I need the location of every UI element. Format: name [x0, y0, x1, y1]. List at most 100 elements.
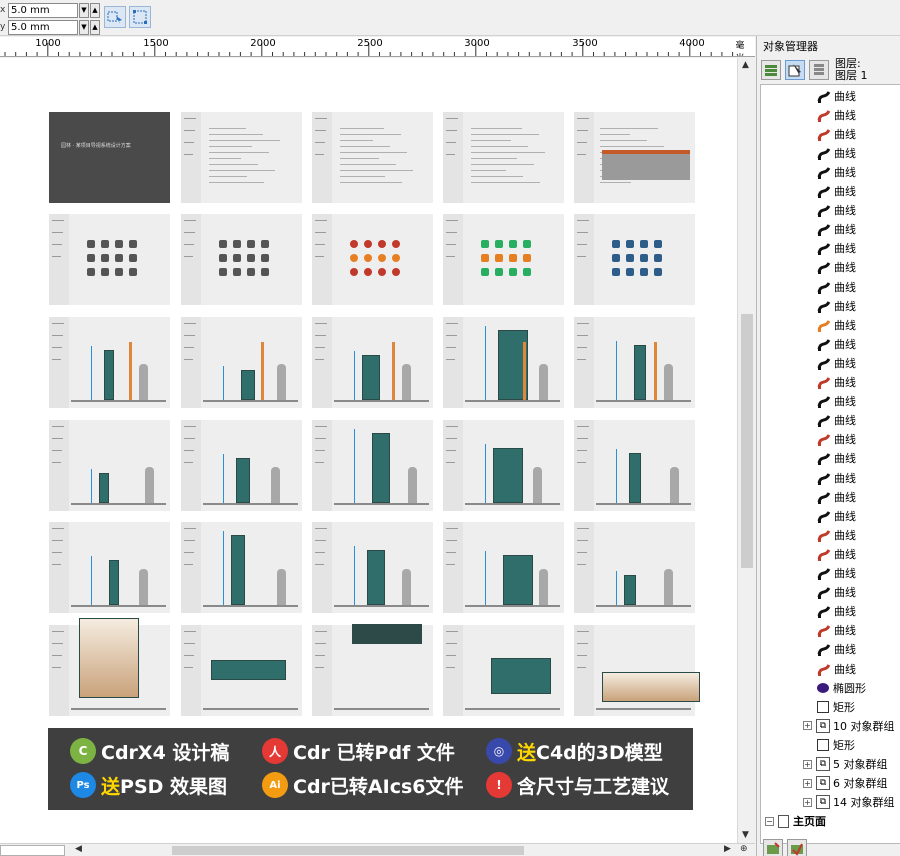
tree-item-curve[interactable]: 曲线 [817, 86, 856, 105]
page-thumbnail[interactable] [443, 625, 564, 716]
page-thumbnail[interactable] [181, 317, 302, 408]
scroll-left-icon[interactable]: ◀ [75, 844, 82, 854]
page-thumbnail[interactable] [574, 112, 695, 203]
page-thumbnail[interactable] [443, 522, 564, 613]
show-object-properties-button[interactable] [761, 60, 781, 80]
expand-icon[interactable]: + [803, 797, 812, 807]
tree-item-group[interactable]: + ⧉ 10 对象群组 [803, 716, 895, 735]
tree-item-curve[interactable]: 曲线 [817, 124, 856, 143]
bounding-box-button[interactable] [129, 6, 151, 28]
new-layer-button[interactable] [763, 839, 783, 856]
page-thumbnail[interactable] [443, 420, 564, 511]
edit-across-layers-button[interactable] [785, 60, 805, 80]
tree-item-rect[interactable]: 矩形 [817, 697, 855, 716]
horizontal-scrollbar[interactable]: ◀ ▶ ⊕ [0, 843, 755, 856]
scroll-right-icon[interactable]: ▶ [724, 844, 731, 854]
tree-item-curve[interactable]: 曲线 [817, 373, 856, 392]
tree-item-curve[interactable]: 曲线 [817, 659, 856, 678]
page-thumbnail[interactable] [181, 214, 302, 305]
page-thumbnail[interactable] [574, 522, 695, 613]
scroll-down-icon[interactable]: ▼ [742, 830, 749, 840]
tree-item-curve[interactable]: 曲线 [817, 640, 856, 659]
tree-item-curve[interactable]: 曲线 [817, 277, 856, 296]
page-thumbnail[interactable] [49, 214, 170, 305]
page-thumbnail[interactable] [181, 625, 302, 716]
nudge-x-spinner[interactable]: ▲ [90, 2, 100, 18]
horizontal-ruler[interactable]: 1000 1500 2000 2500 3000 3500 4000 毫米 [0, 37, 755, 57]
page-thumbnail[interactable] [312, 624, 433, 716]
expand-icon[interactable]: + [803, 778, 812, 788]
page-thumbnail[interactable] [574, 625, 700, 716]
page-thumbnail[interactable] [181, 420, 302, 511]
nudge-x-dropdown[interactable]: ▼ [79, 2, 89, 18]
tree-item-curve[interactable]: 曲线 [817, 258, 856, 277]
page-thumbnail[interactable] [312, 317, 433, 408]
treat-as-filled-button[interactable] [104, 6, 126, 28]
tree-item-curve[interactable]: 曲线 [817, 105, 856, 124]
tree-item-curve[interactable]: 曲线 [817, 506, 856, 525]
tree-item-ellipse[interactable]: 椭圆形 [817, 678, 866, 697]
page-thumbnail[interactable] [49, 618, 170, 716]
scroll-up-icon[interactable]: ▲ [742, 60, 749, 70]
page-thumbnail[interactable] [574, 214, 695, 305]
tree-item-curve[interactable]: 曲线 [817, 392, 856, 411]
expand-icon[interactable]: − [765, 816, 774, 826]
page-thumbnail[interactable] [181, 112, 302, 203]
tree-item-curve[interactable]: 曲线 [817, 143, 856, 162]
tree-item-curve[interactable]: 曲线 [817, 468, 856, 487]
tree-item-curve[interactable]: 曲线 [817, 239, 856, 258]
tree-item-curve[interactable]: 曲线 [817, 315, 856, 334]
tree-item-curve[interactable]: 曲线 [817, 449, 856, 468]
horizontal-scroll-thumb[interactable] [172, 846, 524, 855]
expand-icon[interactable]: + [803, 721, 812, 731]
tree-item-page[interactable]: − 主页面 [765, 812, 826, 831]
page-thumbnail[interactable] [49, 317, 170, 408]
tree-item-curve[interactable]: 曲线 [817, 353, 856, 372]
tree-item-curve[interactable]: 曲线 [817, 525, 856, 544]
page-thumbnail[interactable] [49, 420, 170, 511]
tree-item-curve[interactable]: 曲线 [817, 296, 856, 315]
object-tree[interactable]: 曲线 曲线 曲线 曲线 曲线 曲线 曲线 曲线 曲线 曲线 曲线 曲线 曲线 曲线 曲线 曲线 曲线 曲线 曲线 曲线… [760, 84, 900, 844]
tree-item-rect[interactable]: 矩形 [817, 735, 855, 754]
vertical-scroll-thumb[interactable] [741, 314, 753, 568]
tree-item-curve[interactable]: 曲线 [817, 182, 856, 201]
page-thumbnail[interactable] [443, 214, 564, 305]
tree-item-curve[interactable]: 曲线 [817, 602, 856, 621]
page-thumbnail[interactable] [574, 317, 695, 408]
page-thumbnail[interactable]: 园林 · 某项目导视系统设计方案 [49, 112, 170, 203]
nudge-y-spinner[interactable]: ▲ [90, 19, 100, 35]
nudge-x-input[interactable]: 5.0 mm [8, 2, 78, 18]
tree-item-curve[interactable]: 曲线 [817, 430, 856, 449]
page-thumbnail[interactable] [49, 522, 170, 613]
page-thumbnail[interactable] [443, 317, 564, 408]
tree-item-curve[interactable]: 曲线 [817, 487, 856, 506]
layer-manager-view-button[interactable] [809, 60, 829, 80]
tree-item-group[interactable]: + ⧉ 14 对象群组 [803, 793, 895, 812]
tree-item-curve[interactable]: 曲线 [817, 334, 856, 353]
tree-item-curve[interactable]: 曲线 [817, 564, 856, 583]
nudge-y-dropdown[interactable]: ▼ [79, 19, 89, 35]
page-thumbnail[interactable] [312, 420, 433, 511]
page-thumbnail[interactable] [574, 420, 695, 511]
tree-item-curve[interactable]: 曲线 [817, 621, 856, 640]
tree-item-curve[interactable]: 曲线 [817, 544, 856, 563]
new-master-layer-button[interactable] [787, 839, 807, 856]
tree-item-group[interactable]: + ⧉ 6 对象群组 [803, 774, 888, 793]
page-thumbnail[interactable] [312, 112, 433, 203]
page-thumbnail[interactable] [312, 214, 433, 305]
tree-item-group[interactable]: + ⧉ 5 对象群组 [803, 755, 888, 774]
tree-item-curve[interactable]: 曲线 [817, 411, 856, 430]
expand-icon[interactable]: + [803, 759, 812, 769]
page-thumbnail[interactable] [443, 112, 564, 203]
page-thumbnail[interactable] [312, 522, 433, 613]
page-thumbnail[interactable] [181, 522, 302, 613]
page-navigator[interactable] [0, 845, 65, 856]
zoom-navigator-icon[interactable]: ⊕ [740, 844, 748, 854]
tree-item-curve[interactable]: 曲线 [817, 583, 856, 602]
vertical-scrollbar[interactable]: ▲ ▼ [737, 58, 755, 843]
tree-item-curve[interactable]: 曲线 [817, 220, 856, 239]
nudge-y-input[interactable]: 5.0 mm [8, 19, 78, 35]
tree-item-curve[interactable]: 曲线 [817, 201, 856, 220]
tree-item-curve[interactable]: 曲线 [817, 162, 856, 181]
drawing-canvas[interactable]: 园林 · 某项目导视系统设计方案 C CdrX4 设计稿 人 Cdr 已转Pdf… [0, 58, 737, 843]
